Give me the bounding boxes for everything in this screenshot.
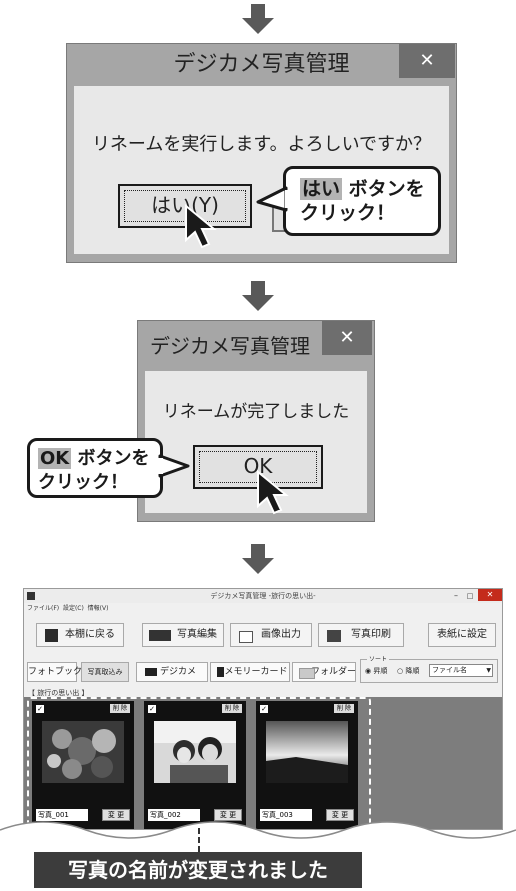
connector-line	[198, 828, 200, 852]
down-arrow-icon	[242, 4, 274, 34]
sort-label: ソート	[367, 654, 390, 663]
print-label: 写真印刷	[351, 629, 391, 640]
sort-asc-label: 昇順	[373, 667, 388, 675]
memory-label: メモリーカード	[224, 667, 288, 677]
image-icon	[239, 631, 253, 643]
dialog-message: リネームが完了しました	[162, 402, 350, 422]
back-to-shelf-button[interactable]: 本棚に戻る	[36, 623, 124, 647]
minimize-icon[interactable]: –	[449, 591, 463, 601]
photo-edit-button[interactable]: 写真編集	[142, 623, 224, 647]
menu-file[interactable]: ファイル(F)	[27, 605, 59, 612]
folder-button[interactable]: フォルダー	[292, 662, 356, 682]
cover-label: 表紙に設定	[437, 629, 487, 640]
menu-settings[interactable]: 設定(C)	[63, 605, 84, 612]
mouse-cursor-icon	[257, 470, 289, 515]
callout-text: クリック！	[300, 202, 396, 224]
sort-field-value: ファイル名	[432, 666, 467, 674]
sort-desc-radio[interactable]: ○ 降順	[397, 666, 419, 676]
edit-label: 写真編集	[177, 629, 217, 640]
camera-label: デジカメ	[159, 667, 196, 677]
camera-icon	[145, 668, 157, 676]
callout-pointer	[256, 186, 288, 212]
mouse-cursor-icon	[185, 204, 217, 249]
export-label: 画像出力	[261, 629, 301, 640]
title-bar: デジカメ写真管理 -旅行の思い出- – □ ✕	[24, 589, 502, 603]
window-title: デジカメ写真管理 -旅行の思い出-	[210, 592, 316, 600]
back-label: 本棚に戻る	[65, 629, 115, 640]
tab-photobook[interactable]: フォトブック	[27, 662, 82, 682]
close-button[interactable]: ✕	[322, 321, 372, 355]
dialog-title: デジカメ写真管理	[173, 52, 350, 77]
result-caption: 写真の名前が変更されました	[34, 852, 362, 888]
image-export-button[interactable]: 画像出力	[230, 623, 312, 647]
sort-group: ソート ◉ 昇順 ○ 降順 ファイル名 ▼	[360, 654, 498, 683]
set-cover-button[interactable]: 表紙に設定	[428, 623, 496, 647]
callout-highlight: OK	[38, 448, 72, 469]
photo-print-button[interactable]: 写真印刷	[318, 623, 404, 647]
camera-icon	[149, 630, 171, 641]
camera-source-button[interactable]: デジカメ	[136, 662, 208, 682]
click-callout: はい ボタンを クリック！	[283, 166, 441, 236]
window-close-icon[interactable]: ✕	[478, 589, 502, 601]
photo-grid: ✓ 削 除 写真_001 変 更 ✓ 削 除 写真_002 変 更 ✓ 削 除 …	[24, 697, 502, 829]
menu-bar: ファイル(F) 設定(C) 情報(V)	[27, 603, 108, 614]
dialog-message: リネームを実行します。よろしいですか？	[91, 134, 432, 155]
sort-field-select[interactable]: ファイル名 ▼	[429, 664, 493, 677]
memory-card-button[interactable]: メモリーカード	[210, 662, 290, 682]
close-button[interactable]: ✕	[399, 44, 455, 78]
down-arrow-icon	[242, 544, 274, 574]
down-arrow-icon	[242, 281, 274, 311]
app-window: デジカメ写真管理 -旅行の思い出- – □ ✕ ファイル(F) 設定(C) 情報…	[23, 588, 503, 830]
shelf-icon	[45, 629, 58, 642]
printer-icon	[327, 630, 341, 642]
click-callout: OK ボタンを クリック！	[27, 438, 163, 498]
sort-asc-radio[interactable]: ◉ 昇順	[365, 666, 387, 676]
highlight-frame	[27, 697, 371, 829]
folder-icon	[299, 668, 315, 679]
callout-text: ボタンを	[348, 178, 425, 200]
tab-import[interactable]: 写真取込み	[81, 662, 129, 682]
maximize-icon[interactable]: □	[464, 591, 476, 601]
menu-info[interactable]: 情報(V)	[88, 605, 109, 612]
chevron-down-icon: ▼	[486, 667, 491, 674]
callout-text: ボタンを	[77, 448, 150, 469]
callout-pointer	[158, 454, 190, 478]
folder-label: フォルダー	[311, 667, 357, 677]
callout-text: クリック！	[38, 472, 128, 493]
wave-edge	[0, 821, 516, 850]
sort-desc-label: 降順	[405, 667, 420, 675]
callout-highlight: はい	[300, 178, 343, 200]
memory-card-icon	[217, 667, 224, 677]
